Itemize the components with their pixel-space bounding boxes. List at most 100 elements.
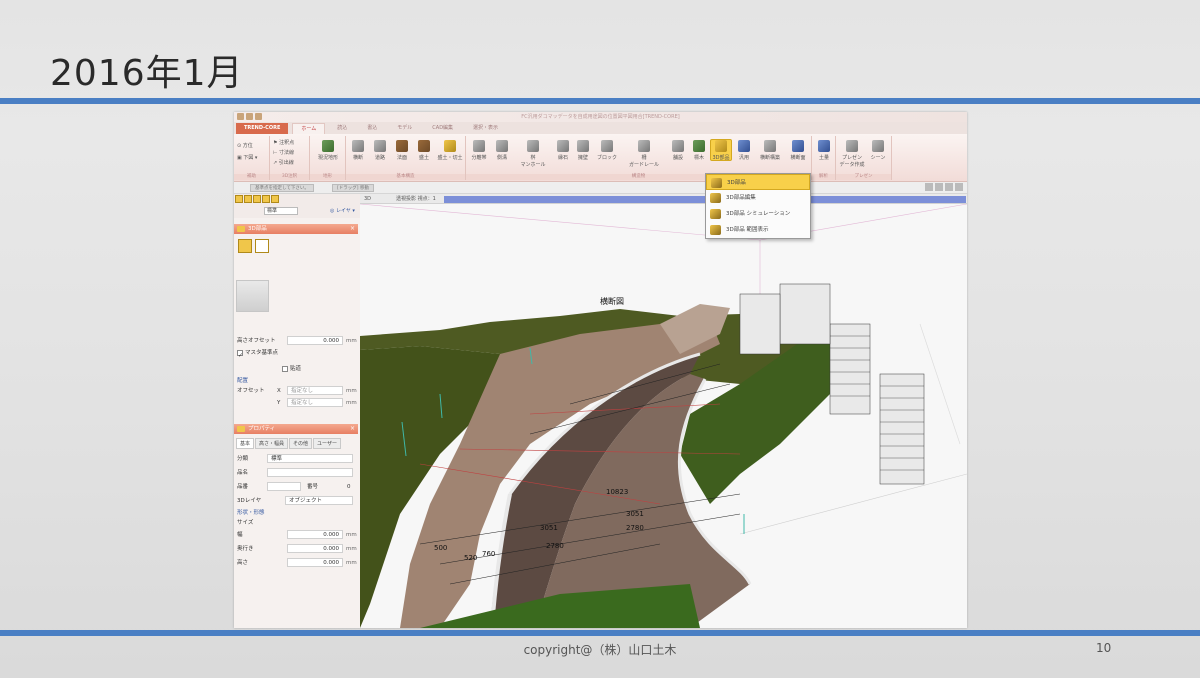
projection-label[interactable]: 透視投影 [396,196,416,202]
dropdown-item-3d-parts[interactable]: 3D部品 [706,174,810,190]
curb-icon [557,140,569,152]
road-button[interactable]: 道路 [370,140,390,161]
earthwork-button[interactable]: 土量 [814,140,834,161]
stair-mode-icon[interactable] [255,239,269,253]
dimension-line-button[interactable]: ⊢ 寸法線 [273,149,294,156]
cross-tool-icon[interactable] [244,195,252,203]
scene-button[interactable]: シーン [866,140,890,161]
menu-tab-home[interactable]: ホーム [292,123,326,134]
save-icon[interactable] [237,113,244,120]
box-tool-icon[interactable] [271,195,279,203]
road-icon [374,140,386,152]
offset-x-row: オフセット X 指定なし mm [237,386,357,395]
snap-checkbox[interactable] [282,365,288,372]
3d-viewport[interactable]: 3D 透視投影 視点：1 500 520 760 3051 2780 10823… [360,194,967,628]
category-select[interactable]: 標準 [267,454,353,463]
slope-icon [396,140,408,152]
top-rule [0,98,1200,104]
dropdown-item-3d-parts-edit[interactable]: 3D部品編集 [706,190,810,206]
grid-icon[interactable] [925,183,933,191]
status-strip: 基準点を指定して下さい。 [ドラッグ] 移動 [234,182,967,194]
offset-x-input[interactable]: 指定なし [287,386,343,395]
left-panel: 3D部品 × 高さオフセット 0.000 mm マスタ基準点 贴道 配置 オフセ… [234,218,360,628]
menu-tab-model[interactable]: モデル [389,123,420,134]
terrain-icon [322,140,334,152]
manhole-button[interactable]: 桝マンホール [514,140,552,168]
gutter-button[interactable]: 側溝 [492,140,512,161]
ribbon-group-basic-structure: 横断 道路 法面 盛土 盛土・切土 基本構造 [346,136,466,180]
section-build-button[interactable]: 横断構築 [756,140,784,161]
tab-user[interactable]: ユーザー [313,438,341,449]
menu-tab-select-view[interactable]: 選択・表示 [465,123,506,134]
tab-basic[interactable]: 基本 [236,438,255,449]
annotation-point-button[interactable]: ⚑ 注釈点 [273,139,294,146]
close-icon[interactable]: × [350,424,355,434]
section-face-button[interactable]: 横断面 [786,140,810,161]
presentation-button[interactable]: プレゼン データ作成 [838,140,866,168]
viewport-mode[interactable]: 3D [364,196,371,202]
divider-button[interactable]: 分離帯 [468,140,490,161]
parts-mode-buttons [237,238,269,253]
product-number-input[interactable] [267,482,301,491]
viewpoint-label[interactable]: 視点：1 [418,196,436,202]
embankment-button[interactable]: 盛土 [414,140,434,161]
block-button[interactable]: ブロック [594,140,620,161]
offset-y-input[interactable]: 指定なし [287,398,343,407]
close-icon[interactable]: × [350,224,355,234]
underlay-button[interactable]: ▣ 下図 ▾ [237,154,257,161]
slope-button[interactable]: 法面 [392,140,412,161]
leader-line-button[interactable]: ↗ 引出線 [273,159,294,166]
width-row: 幅 0.000 mm [237,530,357,539]
ribbon-group-label: 基本構造 [346,174,465,180]
command-hint: 基準点を指定して下さい。 [250,184,314,192]
properties-icon [237,426,245,432]
quick-access-toolbar [237,113,262,120]
menu-tab-read[interactable]: 読込 [329,123,355,134]
cross2-tool-icon[interactable] [253,195,261,203]
generic-button[interactable]: 汎用 [734,140,754,161]
product-name-input[interactable] [267,468,353,477]
tree-button[interactable]: 標木 [690,140,708,161]
width-input[interactable]: 0.000 [287,530,343,539]
select-tool-icon[interactable] [235,195,243,203]
guardrail-button[interactable]: 柵ガードレール [624,140,664,168]
menu-tab-cad-edit[interactable]: CAD編集 [424,123,461,134]
settings-icon[interactable] [955,183,963,191]
dropdown-item-3d-parts-range[interactable]: 3D部品 範囲表示 [706,222,810,238]
part-preview [236,280,269,312]
depth-row: 奥行き 0.000 mm [237,544,357,553]
3d-parts-button[interactable]: 3D部品 [710,139,732,161]
window-icon[interactable] [945,183,953,191]
menu-tab-file[interactable]: TREND-CORE [236,123,289,134]
tool-row: 標準 ◎ レイヤ ▾ [234,194,360,218]
tab-other[interactable]: その他 [289,438,313,449]
3d-road-scene[interactable]: 500 520 760 3051 2780 10823 3051 2780 横断… [360,204,967,628]
3d-layer-select[interactable]: オブジェクト [285,496,353,505]
line-tool-icon[interactable] [262,195,270,203]
gutter-icon [496,140,508,152]
existing-terrain-button[interactable]: 現況地形 [314,140,342,161]
paving-button[interactable]: 舗設 [668,140,688,161]
height-input[interactable]: 0.000 [287,558,343,567]
layout-icon[interactable] [935,183,943,191]
depth-input[interactable]: 0.000 [287,544,343,553]
height-offset-input[interactable]: 0.000 [287,336,343,345]
undo-icon[interactable] [246,113,253,120]
layer-label[interactable]: ◎ レイヤ ▾ [330,207,355,214]
menu-tab-write[interactable]: 書込 [359,123,385,134]
compass-button[interactable]: ⊙ 方位 [237,142,253,149]
layer-select[interactable]: 標準 [264,207,298,215]
curb-button[interactable]: 縁石 [554,140,572,161]
product-number-row: 品番 番号 0 [237,482,351,491]
retaining-wall-button[interactable]: 擁壁 [574,140,592,161]
tab-height-width[interactable]: 高さ・幅員 [255,438,289,449]
cut-fill-button[interactable]: 盛土・切土 [436,140,464,161]
master-ref-row[interactable]: マスタ基準点 [237,348,357,358]
cross-section-button[interactable]: 横断 [348,140,368,161]
place-mode-icon[interactable] [238,239,252,253]
master-ref-checkbox[interactable] [237,349,243,356]
snap-row[interactable]: 贴道 [282,364,342,374]
range-icon [710,225,721,235]
dropdown-item-3d-parts-simulation[interactable]: 3D部品 シミュレーション [706,206,810,222]
redo-icon[interactable] [255,113,262,120]
